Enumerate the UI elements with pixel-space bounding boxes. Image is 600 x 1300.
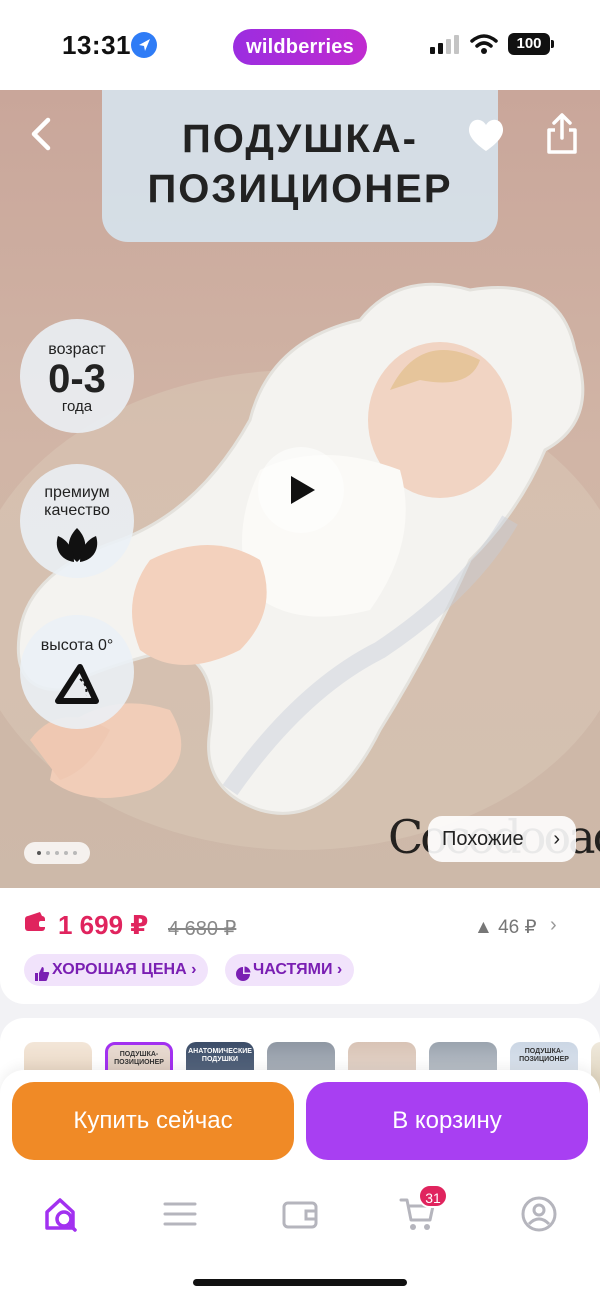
similar-products-label: Похожие xyxy=(442,828,524,850)
badge-quality-label: премиум xyxy=(44,484,110,501)
screen: 13:31 wildberries 100 ПОДУШКА- ПОЗИЦИОНЕ… xyxy=(0,0,600,1300)
signal-icon xyxy=(430,34,462,54)
product-title-line-2: ПОЗИЦИОНЕР xyxy=(147,167,453,211)
installments-tag[interactable]: ЧАСТЯМИ › xyxy=(225,954,355,986)
price-card: 1 699 ₽ 4 680 ₽ ▲ 46 ₽ › ХОРОШАЯ ЦЕНА › … xyxy=(0,888,600,1004)
buy-now-button[interactable]: Купить сейчас xyxy=(12,1082,294,1160)
lotus-icon xyxy=(50,524,104,572)
badge-height-label: высота 0° xyxy=(40,637,114,654)
cart-count-badge: 31 xyxy=(418,1184,448,1208)
chevron-right-icon: › xyxy=(553,828,560,850)
pager-dot xyxy=(46,851,50,855)
chevron-right-icon[interactable]: › xyxy=(550,914,557,937)
wallet-price-icon xyxy=(24,912,48,932)
thumbs-up-icon xyxy=(34,962,50,981)
badge-quality: премиум качество xyxy=(20,464,134,578)
thumbnail-label: ПОДУШКА- ПОЗИЦИОНЕР xyxy=(114,1051,164,1066)
add-to-cart-button[interactable]: В корзину xyxy=(306,1082,588,1160)
catalog-menu-icon[interactable] xyxy=(160,1194,200,1234)
home-search-icon[interactable] xyxy=(42,1194,82,1234)
thumbnail-label: АНАТОМИЧЕСКИЕ ПОДУШКИ xyxy=(188,1048,252,1063)
bottom-action-bar: Купить сейчас В корзину 31 xyxy=(0,1070,600,1300)
location-arrow-icon xyxy=(131,32,157,58)
installments-label: ЧАСТЯМИ › xyxy=(253,961,343,978)
good-price-label: ХОРОШАЯ ЦЕНА › xyxy=(52,961,197,978)
brand-logo: wildberries xyxy=(233,29,367,65)
home-indicator xyxy=(193,1279,407,1286)
wifi-icon xyxy=(470,33,498,55)
old-price: 4 680 ₽ xyxy=(168,918,237,940)
product-title-card: ПОДУШКА- ПОЗИЦИОНЕР xyxy=(102,90,498,242)
wallet-icon[interactable] xyxy=(280,1194,320,1234)
good-price-tag[interactable]: ХОРОШАЯ ЦЕНА › xyxy=(24,954,209,986)
similar-products-button[interactable]: Похожие › xyxy=(428,816,576,862)
product-title-line-1: ПОДУШКА- xyxy=(181,117,419,161)
play-video-button[interactable] xyxy=(258,447,344,533)
pie-chart-icon xyxy=(235,962,251,981)
battery-tip xyxy=(551,40,554,48)
badge-age-value: 0-3 xyxy=(48,357,106,401)
badge-height: высота 0° xyxy=(20,615,134,729)
badge-age-unit: года xyxy=(61,398,93,415)
status-time: 13:31 xyxy=(62,30,131,60)
play-icon xyxy=(289,474,317,506)
battery-icon: 100 xyxy=(508,33,550,55)
thumbnail-label: ПОДУШКА- ПОЗИЦИОНЕР xyxy=(519,1048,569,1063)
price-change[interactable]: ▲ 46 ₽ xyxy=(474,916,537,939)
angle-icon xyxy=(50,659,104,707)
back-icon[interactable] xyxy=(22,114,62,154)
status-bar: 13:31 wildberries 100 xyxy=(0,0,600,90)
current-price: 1 699 ₽ xyxy=(58,910,149,940)
profile-icon[interactable] xyxy=(519,1194,559,1234)
favorite-heart-icon[interactable] xyxy=(466,116,506,154)
pager-dot xyxy=(37,851,41,855)
badge-age: возраст 0-3 года xyxy=(20,319,134,433)
pager-dot xyxy=(64,851,68,855)
pager-dot xyxy=(55,851,59,855)
pager-dot xyxy=(73,851,77,855)
share-icon[interactable] xyxy=(542,112,582,156)
product-gallery[interactable]: ПОДУШКА- ПОЗИЦИОНЕР возраст 0-3 года пре… xyxy=(0,90,600,890)
badge-quality-label-2: качество xyxy=(44,502,110,519)
gallery-pager xyxy=(24,842,90,864)
